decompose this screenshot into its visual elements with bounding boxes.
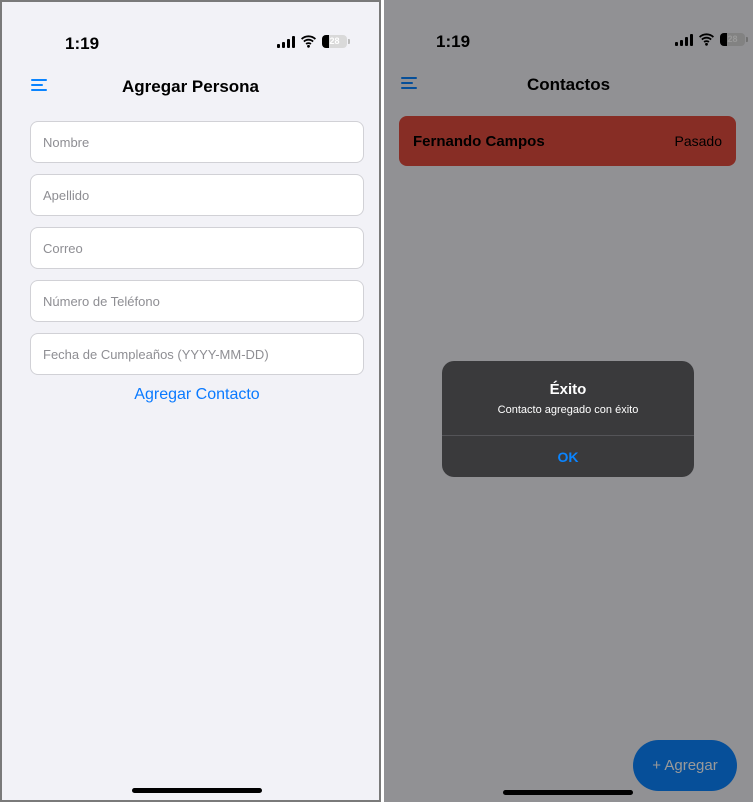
home-indicator: [132, 788, 262, 793]
nav-bar: Agregar Persona: [2, 62, 379, 106]
page-title: Agregar Persona: [122, 77, 259, 96]
alert-title: Éxito: [549, 381, 587, 398]
cumpleanos-input[interactable]: [30, 333, 364, 375]
wifi-icon: [301, 35, 316, 48]
alert-message: Contacto agregado con éxito: [497, 404, 639, 416]
status-time: 1:19: [65, 34, 100, 53]
battery-level: 28: [329, 36, 340, 46]
alert-ok-button[interactable]: OK: [442, 436, 694, 477]
nombre-input[interactable]: [30, 121, 364, 163]
telefono-input[interactable]: [30, 280, 364, 322]
contacts-screen: 1:19 28 Contactos Fernando Campos Pasado…: [384, 0, 753, 802]
apellido-input[interactable]: [30, 174, 364, 216]
status-icons: 28: [277, 35, 350, 48]
add-person-screen: 1:19 28 Agregar Persona Nombre Apellido …: [0, 0, 381, 802]
battery-icon: 28: [322, 35, 350, 48]
success-alert: Éxito Contacto agregado con éxito OK: [442, 361, 694, 477]
add-person-form: Agregar Contacto: [30, 121, 364, 404]
correo-input[interactable]: [30, 227, 364, 269]
add-contact-button[interactable]: Agregar Contacto: [30, 386, 364, 404]
signal-icon: [277, 35, 295, 48]
